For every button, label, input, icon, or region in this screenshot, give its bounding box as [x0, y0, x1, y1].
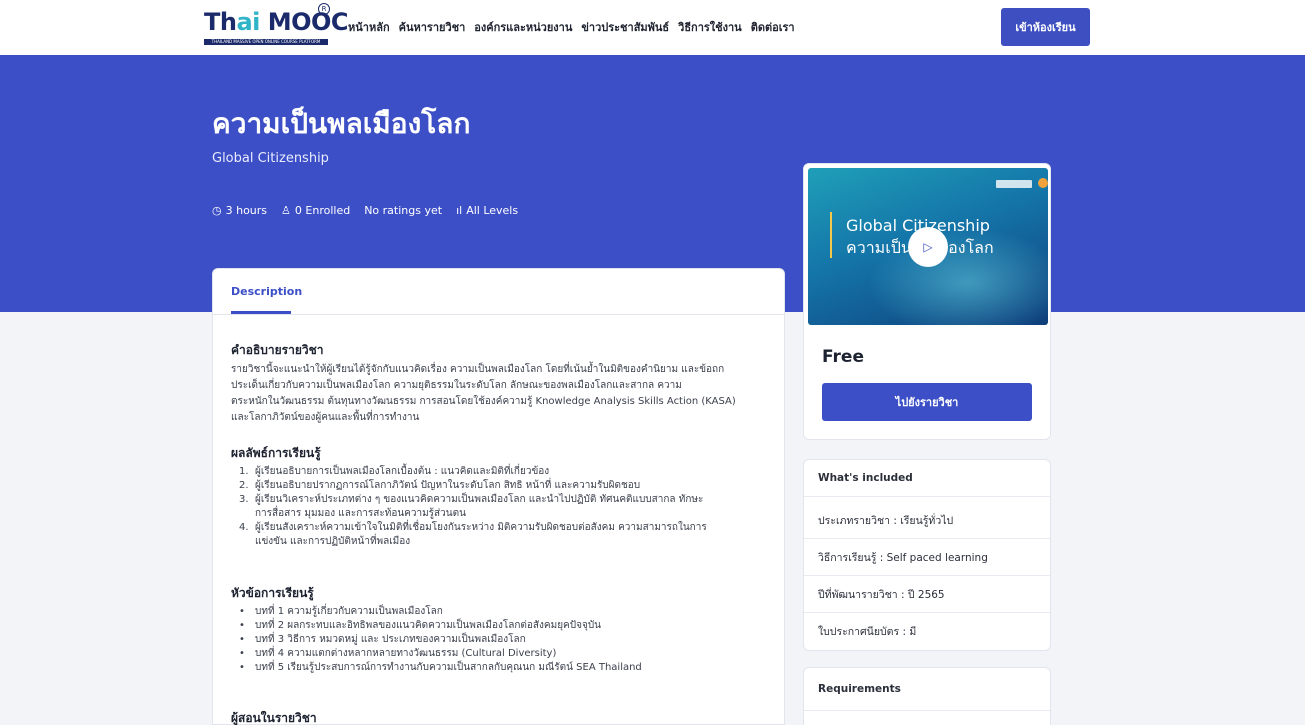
course-meta: ◷ 3 hours ♙ 0 Enrolled No ratings yet ıl…: [212, 204, 518, 217]
logo-tagline: THAILAND MASSIVE OPEN ONLINE COURSE PLAT…: [204, 39, 328, 45]
nav-how-to-use[interactable]: วิธีการใช้งาน: [678, 18, 742, 36]
main-nav: หน้าหลัก ค้นหารายวิชา องค์กรและหน่วยงาน …: [348, 18, 795, 36]
enter-classroom-button[interactable]: เข้าห้องเรียน: [1001, 8, 1090, 46]
thumbnail-badge-dot: [1038, 178, 1048, 188]
registered-mark-icon: R: [318, 3, 330, 15]
meta-duration: ◷ 3 hours: [212, 204, 267, 217]
list-item: • บทที่ 3 วิธีการ หมวดหมู่ และ ประเภทของค…: [239, 634, 526, 645]
description-card: Description คำอธิบายรายวิชา รายวิชานี้จะ…: [212, 268, 785, 725]
clock-icon: ◷: [212, 204, 222, 217]
meta-level: ıl All Levels: [456, 204, 518, 217]
thumbnail-logo: [996, 180, 1032, 188]
nav-search-courses[interactable]: ค้นหารายวิชา: [399, 18, 466, 36]
certificate-row: ใบประกาศนียบัตร : มี: [818, 626, 917, 638]
nav-home[interactable]: หน้าหลัก: [348, 18, 390, 36]
list-item: 4. ผู้เรียนสังเคราะห์ความเข้าใจในมิติที่…: [239, 522, 707, 547]
course-video-thumbnail[interactable]: Global Citizenship ความเป็นพลเมืองโลก ▷: [808, 168, 1048, 325]
course-price: Free: [822, 347, 864, 367]
nav-news[interactable]: ข่าวประชาสัมพันธ์: [581, 18, 669, 36]
bar-chart-icon: ıl: [456, 204, 463, 217]
play-icon[interactable]: ▷: [908, 227, 948, 267]
course-title: ความเป็นพลเมืองโลก: [212, 107, 471, 140]
learning-method-row: วิธีการเรียนรู้ : Self paced learning: [804, 539, 1050, 576]
top-navbar: Thai MOOC R THAILAND MASSIVE OPEN ONLINE…: [0, 0, 1305, 55]
topics-heading: หัวข้อการเรียนรู้: [231, 586, 314, 600]
course-description-heading: คำอธิบายรายวิชา: [231, 343, 324, 357]
requirements-heading: Requirements: [818, 683, 901, 695]
ratings-text: No ratings yet: [364, 204, 443, 217]
course-preview-card: Global Citizenship ความเป็นพลเมืองโลก ▷ …: [803, 163, 1051, 440]
course-description-text: รายวิชานี้จะแนะนำให้ผู้เรียนได้รู้จักกับ…: [231, 364, 736, 423]
go-to-course-button[interactable]: ไปยังรายวิชา: [822, 383, 1032, 421]
meta-enrolled: ♙ 0 Enrolled: [281, 204, 350, 217]
duration-text: 3 hours: [225, 204, 268, 217]
level-text: All Levels: [466, 204, 519, 217]
tab-bar: Description: [213, 269, 784, 315]
development-year-row: ปีที่พัฒนารายวิชา : ปี 2565: [804, 576, 1050, 613]
meta-ratings: No ratings yet: [364, 204, 442, 217]
list-item: • บทที่ 4 ความแตกต่างหลากหลายทางวัฒนธรรม …: [239, 648, 557, 659]
learning-outcomes-heading: ผลลัพธ์การเรียนรู้: [231, 446, 321, 460]
list-item: • บทที่ 5 เรียนรู้ประสบการณ์การทำงานกับคว…: [239, 662, 642, 673]
learning-outcomes-list: 1. ผู้เรียนอธิบายการเป็นพลเมืองโลกเบื้อง…: [239, 465, 769, 549]
list-item: 1. ผู้เรียนอธิบายการเป็นพลเมืองโลกเบื้อง…: [239, 466, 550, 477]
whats-included-heading: What's included: [804, 460, 1050, 497]
list-item: • บทที่ 2 ผลกระทบและอิทธิพลของแนวคิดความเ…: [239, 620, 601, 631]
course-subtitle: Global Citizenship: [212, 151, 329, 166]
topics-list: • บทที่ 1 ความรู้เกี่ยวกับความเป็นพลเมือง…: [239, 605, 769, 675]
instructors-heading: ผู้สอนในรายวิชา: [231, 711, 317, 725]
enrolled-text: 0 Enrolled: [294, 204, 351, 217]
nav-organizations[interactable]: องค์กรและหน่วยงาน: [474, 18, 572, 36]
whats-included-card: What's included ประเภทรายวิชา : เรียนรู้…: [803, 459, 1051, 651]
nav-contact[interactable]: ติดต่อเรา: [751, 18, 795, 36]
thaimooc-logo[interactable]: Thai MOOC R THAILAND MASSIVE OPEN ONLINE…: [204, 3, 349, 48]
active-tab-indicator: [231, 311, 291, 314]
divider: [804, 710, 1050, 711]
list-item: • บทที่ 1 ความรู้เกี่ยวกับความเป็นพลเมือง…: [239, 606, 443, 617]
user-icon: ♙: [281, 204, 291, 217]
course-type-row: ประเภทรายวิชา : เรียนรู้ทั่วไป: [804, 502, 1050, 539]
requirements-card: Requirements: [803, 667, 1051, 725]
list-item: 3. ผู้เรียนวิเคราะห์ประเภทต่าง ๆ ของแนวค…: [239, 494, 704, 519]
list-item: 2. ผู้เรียนอธิบายปรากฏการณ์โลกาภิวัตน์ ป…: [239, 480, 641, 491]
tab-description[interactable]: Description: [231, 285, 302, 298]
thumbnail-accent-bar: [830, 212, 832, 258]
